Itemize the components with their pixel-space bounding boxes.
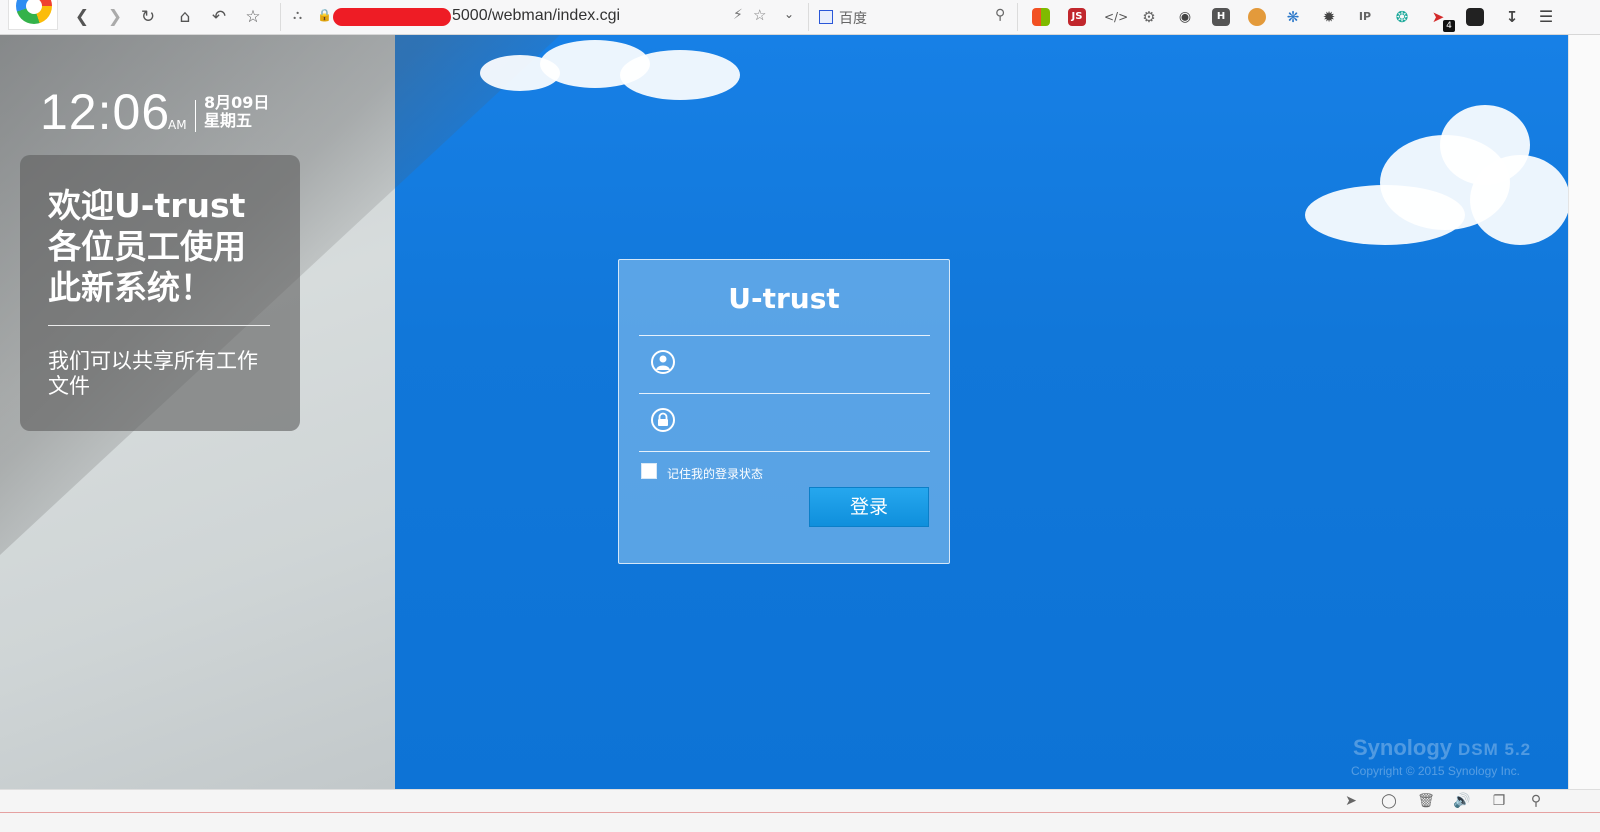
settings-icon[interactable]: ✹ <box>1320 8 1338 26</box>
search-box[interactable]: 百度 ⚲ <box>808 3 1018 31</box>
bookmark-star-icon[interactable]: ☆ <box>241 5 265 29</box>
browser-logo-icon[interactable] <box>8 0 58 30</box>
windows-icon[interactable] <box>1032 8 1050 26</box>
address-bar[interactable]: ⛬ 🔒 5000/webman/index.cgi ⚡ ☆ <box>280 3 780 31</box>
login-page: 12:06 AM 8月09日 星期五 欢迎U-trust各位员工使用此新系统！ … <box>0 35 1568 789</box>
code-icon[interactable]: </> <box>1104 8 1128 26</box>
clock-date: 8月09日 <box>204 93 270 112</box>
copyright-text: Copyright © 2015 Synology Inc. <box>1351 764 1520 778</box>
search-engine-label: 百度 <box>839 11 867 27</box>
cookie-icon[interactable] <box>1248 8 1266 26</box>
reload-icon[interactable]: ↻ <box>136 5 160 29</box>
clock-ampm: AM <box>168 118 187 132</box>
login-title: U-trust <box>728 282 840 315</box>
ghost-icon[interactable] <box>1466 8 1484 26</box>
globe-icon[interactable]: ❂ <box>1393 8 1411 26</box>
password-field[interactable] <box>639 394 930 450</box>
remember-me-label[interactable]: 记住我的登录状态 <box>667 465 763 482</box>
welcome-title: 欢迎U-trust各位员工使用此新系统！ <box>48 186 246 307</box>
lightning-icon[interactable]: ⚡ <box>733 7 743 23</box>
speed-icon[interactable]: ◯ <box>1380 792 1398 810</box>
clock-date-block: 8月09日 星期五 <box>204 94 269 130</box>
zoom-icon[interactable]: ⚲ <box>1527 792 1545 810</box>
clock-divider <box>195 100 196 132</box>
clock-weekday: 星期五 <box>204 111 253 130</box>
gauge-icon[interactable]: ◉ <box>1176 8 1194 26</box>
welcome-subtitle: 我们可以共享所有工作文件 <box>48 349 258 398</box>
status-divider <box>0 812 1600 813</box>
rocket-icon[interactable]: ➤ <box>1342 792 1360 810</box>
login-panel: U-trust 记住我的登录状态 登录 <box>618 259 950 564</box>
baidu-icon <box>819 10 833 24</box>
welcome-divider <box>48 325 270 326</box>
download-icon[interactable]: ↧ <box>1503 8 1521 26</box>
back-icon[interactable]: ❮ <box>70 5 94 29</box>
extension-badge: 4 <box>1443 20 1455 32</box>
divider <box>639 451 930 452</box>
home-icon[interactable]: ⌂ <box>173 5 197 29</box>
redacted-host <box>333 8 451 26</box>
cloud <box>620 50 740 100</box>
menu-icon[interactable]: ☰ <box>1537 8 1555 26</box>
undo-icon[interactable]: ↶ <box>207 5 231 29</box>
h-icon[interactable]: H <box>1212 8 1230 26</box>
username-input[interactable] <box>689 346 923 382</box>
page-scrollbar[interactable] <box>1568 35 1600 789</box>
volume-icon[interactable]: 🔊 <box>1453 792 1471 810</box>
search-icon[interactable]: ⚲ <box>995 7 1005 23</box>
password-input[interactable] <box>689 404 923 440</box>
browser-toolbar: ❮ ❯ ↻ ⌂ ↶ ☆ ⛬ 🔒 5000/webman/index.cgi ⚡ … <box>0 0 1600 35</box>
insecure-lock-icon[interactable]: 🔒 <box>317 8 332 22</box>
lock-icon <box>651 408 675 432</box>
shield-icon: ⛬ <box>293 8 303 23</box>
favorite-star-icon[interactable]: ☆ <box>753 6 766 24</box>
synology-logo: Synology <box>1353 735 1453 760</box>
username-field[interactable] <box>639 336 930 392</box>
clock-time: 12:06 <box>40 84 171 140</box>
forward-icon[interactable]: ❯ <box>103 5 127 29</box>
welcome-card: 欢迎U-trust各位员工使用此新系统！ 我们可以共享所有工作文件 <box>20 155 300 431</box>
user-icon <box>651 350 675 374</box>
cloud <box>1470 155 1568 245</box>
ip-icon[interactable]: IP <box>1356 8 1374 26</box>
remember-me-checkbox[interactable] <box>641 463 657 479</box>
gear-icon[interactable]: ⚙ <box>1140 8 1158 26</box>
chevron-down-icon[interactable]: ⌄ <box>784 7 794 21</box>
js-icon[interactable]: JS <box>1068 8 1086 26</box>
browser-status-bar: ➤ ◯ 🗑 🔊 ❐ ⚲ <box>0 789 1600 832</box>
url-text[interactable]: 5000/webman/index.cgi <box>452 7 620 25</box>
window-icon[interactable]: ❐ <box>1490 792 1508 810</box>
dsm-version: DSM 5.2 <box>1458 740 1532 759</box>
trash-icon[interactable]: 🗑 <box>1417 792 1435 810</box>
puzzle-icon[interactable]: ❋ <box>1284 8 1302 26</box>
login-button[interactable]: 登录 <box>809 487 929 527</box>
